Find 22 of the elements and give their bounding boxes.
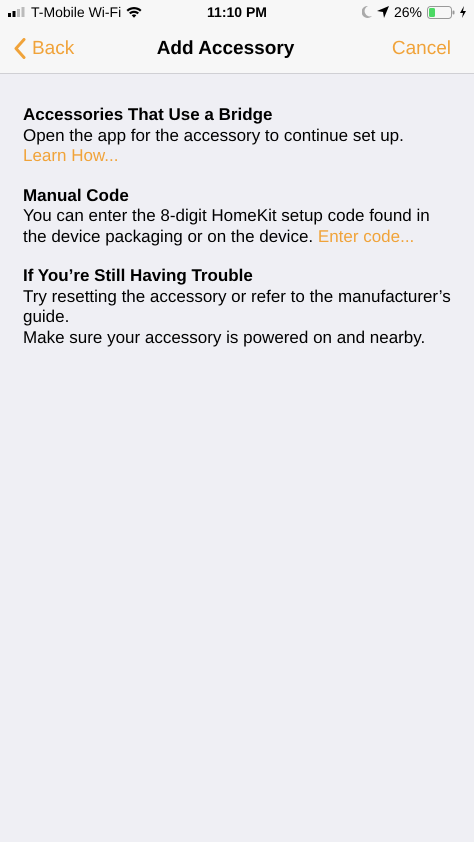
moon-icon	[362, 6, 372, 18]
section-text: Open the app for the accessory to continue set up.	[23, 126, 405, 146]
signal-icon	[8, 7, 26, 17]
battery-icon	[427, 6, 455, 18]
section-heading: Manual Code	[23, 186, 130, 206]
inline-link[interactable]: Enter code...	[318, 226, 414, 246]
charging-bolt-icon	[460, 6, 466, 18]
section-text: Try resetting the accessory or refer to the manufacturer’s guide.	[23, 286, 452, 328]
section-heading: If You’re Still Having Trouble	[23, 266, 254, 286]
battery-percent: 26%	[394, 4, 422, 20]
wifi-icon	[126, 6, 142, 18]
back-button[interactable]: Back	[0, 38, 74, 60]
section-heading: Accessories That Use a Bridge	[23, 105, 274, 126]
location-arrow-icon	[376, 6, 389, 18]
carrier-name: T-Mobile Wi-Fi	[31, 4, 122, 20]
section-text: Make sure your accessory is powered on and nearby.	[23, 328, 426, 348]
back-chevron-icon	[14, 38, 26, 59]
clock-time: 11:10 PM	[207, 4, 267, 20]
learn-link[interactable]: Learn How...	[23, 146, 118, 165]
cancel-button[interactable]: Cancel	[392, 38, 452, 60]
section-text: You can enter the 8-digit HomeKit setup code found in the device packaging or on the device. Enter code...	[23, 206, 431, 247]
screen-title: Add Accessory	[156, 38, 294, 60]
